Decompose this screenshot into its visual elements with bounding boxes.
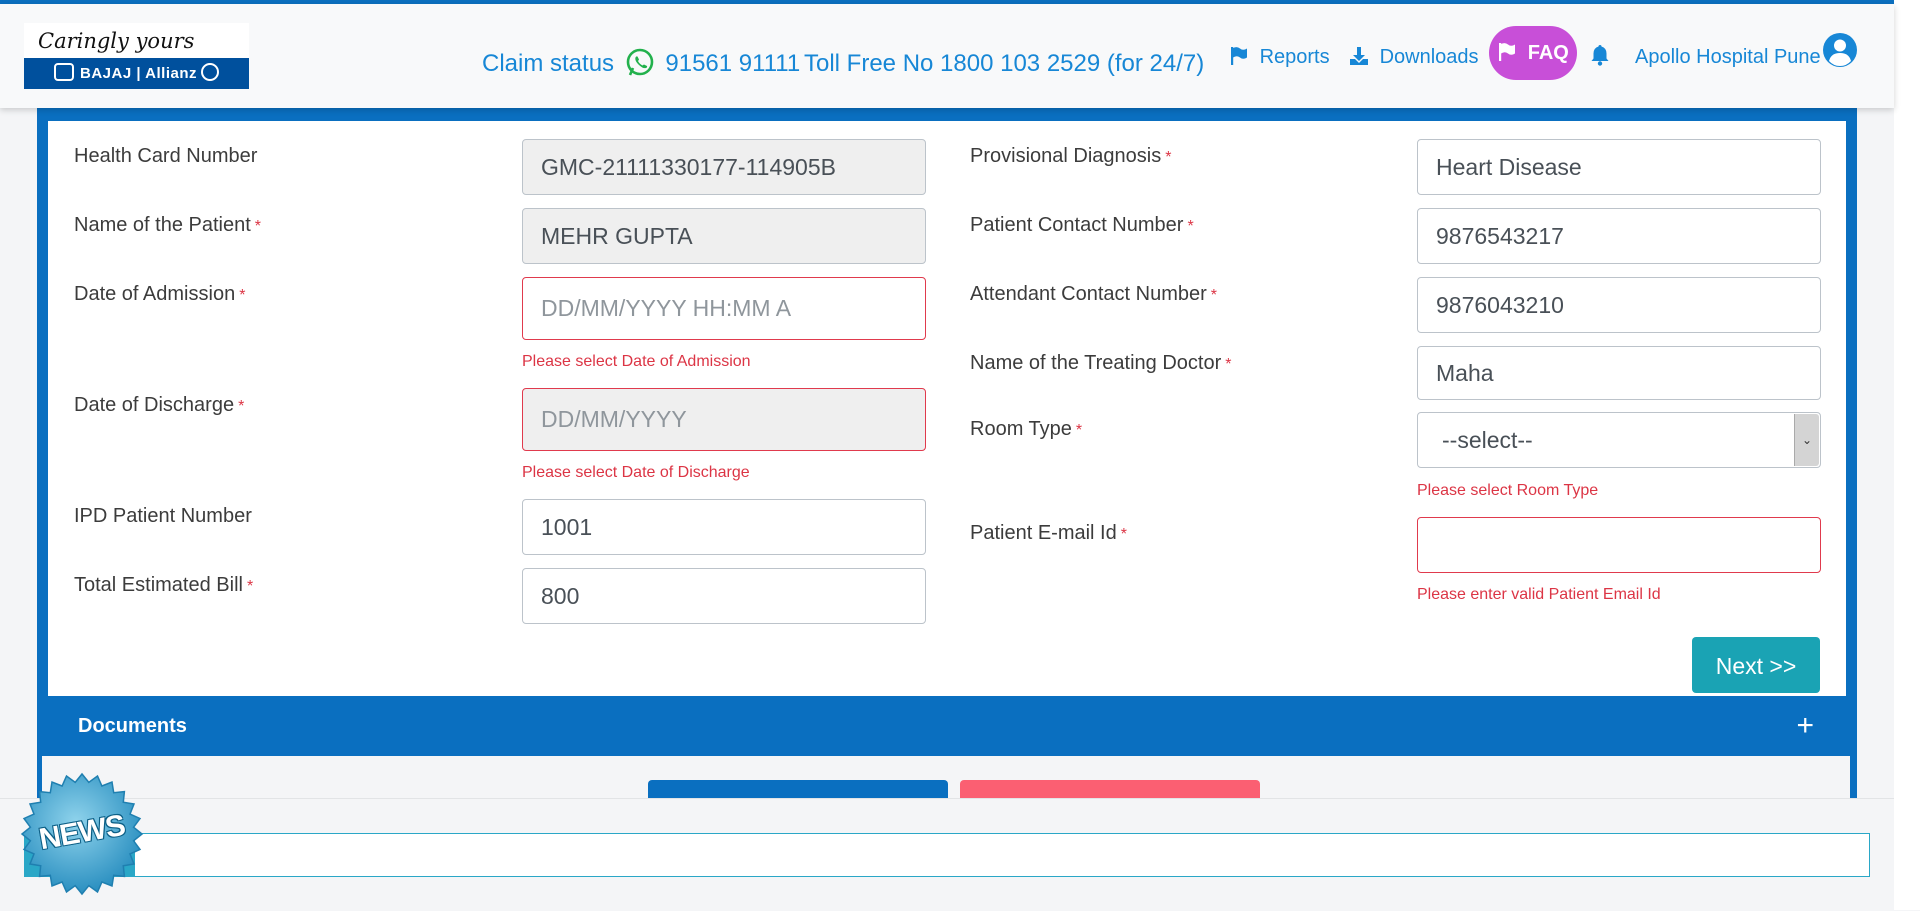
room-type-label: Room Type * [970,418,1083,440]
footer [0,798,1894,911]
diagnosis-label: Provisional Diagnosis * [970,145,1172,167]
user-name[interactable]: Apollo Hospital Pune [1635,42,1821,72]
next-button[interactable]: Next >> [1692,637,1820,693]
admission-date-label: Date of Admission * [74,283,246,305]
logo-brand: BAJAJ [79,65,132,82]
discharge-date-label: Date of Discharge * [74,394,245,416]
faq-button[interactable]: FAQ [1489,26,1577,80]
allianz-mark-icon [201,63,219,81]
flag-icon [1497,42,1528,64]
claim-status-label: Claim status [482,50,615,77]
plus-icon[interactable]: + [1796,709,1814,743]
patient-contact-input[interactable] [1417,208,1821,264]
treating-doctor-label: Name of the Treating Doctor * [970,352,1232,374]
treating-doctor-input[interactable] [1417,346,1821,400]
news-ticker [24,833,1870,877]
patient-email-input[interactable] [1417,517,1821,573]
patient-name-label: Name of the Patient * [74,214,262,236]
admission-date-error: Please select Date of Admission [522,353,751,370]
attendant-contact-input[interactable] [1417,277,1821,333]
chevron-down-icon[interactable]: ⌄ [1794,414,1819,466]
documents-title: Documents [78,715,187,737]
downloads-link[interactable]: Downloads [1349,42,1479,72]
patient-email-label: Patient E-mail Id * [970,522,1127,544]
whatsapp-icon [625,48,655,91]
reports-link[interactable]: Reports [1229,42,1330,72]
reports-label: Reports [1259,46,1330,68]
estimated-bill-label: Total Estimated Bill * [74,574,254,596]
estimated-bill-input[interactable] [522,568,926,624]
flag-icon [1229,46,1260,68]
attendant-contact-label: Attendant Contact Number * [970,283,1218,305]
news-badge: NEWS [20,772,144,896]
download-icon [1349,46,1380,68]
downloads-label: Downloads [1379,46,1479,68]
top-header: Caringly yours BAJAJ | Allianz Claim sta… [0,4,1894,108]
bell-icon[interactable] [1590,44,1610,71]
room-type-select[interactable]: --select-- ⌄ [1417,412,1821,468]
logo-brand-bar: BAJAJ | Allianz [24,58,249,89]
discharge-date-input[interactable] [522,388,926,451]
bajaj-allianz-logo[interactable]: Caringly yours BAJAJ | Allianz [24,23,249,89]
toll-free-number: Toll Free No 1800 103 2529 (for 24/7) [804,50,1205,77]
whatsapp-number[interactable]: 91561 91111 [665,50,800,77]
user-avatar-icon[interactable] [1822,32,1858,73]
diagnosis-input[interactable] [1417,139,1821,195]
logo-brand-allianz: Allianz [145,65,197,82]
patient-name-input[interactable] [522,208,926,264]
patient-email-error: Please enter valid Patient Email Id [1417,586,1661,603]
faq-label: FAQ [1527,42,1569,64]
admission-date-input[interactable] [522,277,926,340]
logo-tagline: Caringly yours [38,29,195,53]
documents-accordion-header[interactable]: Documents + [48,699,1846,754]
room-type-error: Please select Room Type [1417,482,1599,499]
bajaj-mark-icon [53,63,74,81]
ipd-number-input[interactable] [522,499,926,555]
ipd-number-label: IPD Patient Number [74,505,252,527]
patient-contact-label: Patient Contact Number * [970,214,1194,236]
health-card-label: Health Card Number [74,145,258,167]
room-type-selected: --select-- [1442,427,1533,453]
health-card-input[interactable] [522,139,926,195]
claim-status: Claim status 91561 91111 [482,44,800,84]
scrollbar-gutter [1894,0,1920,910]
discharge-date-error: Please select Date of Discharge [522,464,750,481]
